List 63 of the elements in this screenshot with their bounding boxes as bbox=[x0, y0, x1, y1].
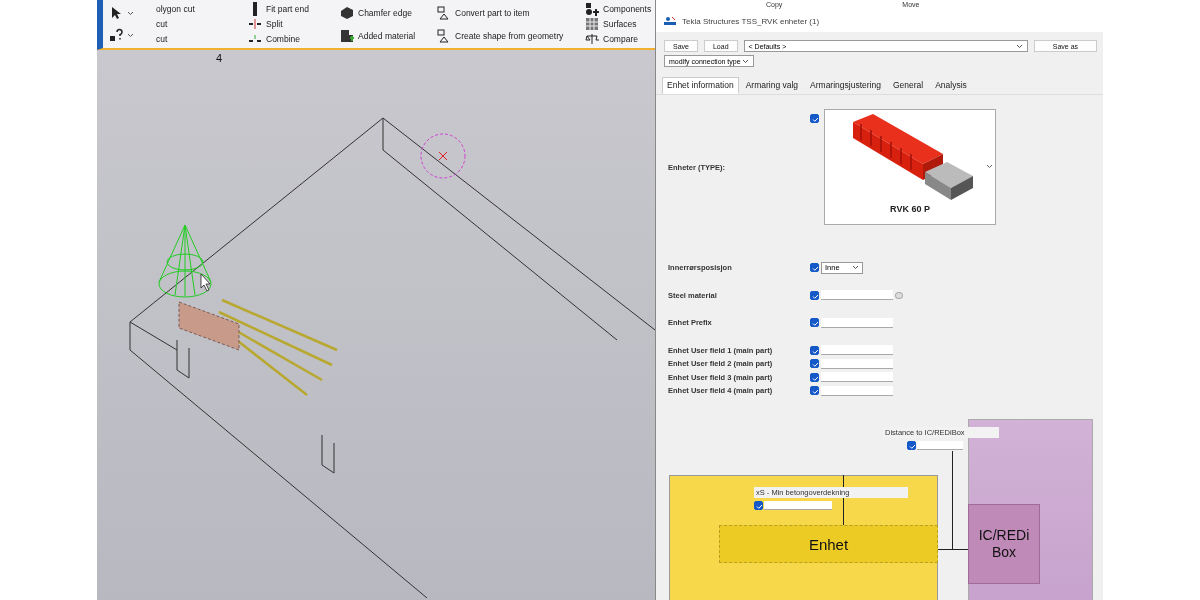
caret-icon bbox=[127, 32, 134, 38]
add-material-icon bbox=[340, 28, 354, 43]
tab[interactable]: General bbox=[887, 77, 929, 94]
input-field[interactable] bbox=[821, 372, 893, 383]
ribbon-command[interactable]: Components bbox=[585, 1, 655, 16]
type-selector[interactable]: RVK 60 P bbox=[824, 109, 996, 225]
target-circle-icon bbox=[420, 133, 466, 179]
tab[interactable]: Armaringsjustering bbox=[805, 77, 886, 94]
ribbon-command[interactable]: cut bbox=[156, 34, 226, 45]
model-viewport[interactable]: 4 bbox=[97, 50, 655, 600]
caret-icon bbox=[1015, 43, 1023, 49]
ribbon-command[interactable]: Combine bbox=[248, 32, 318, 47]
ribbon-command[interactable]: Compare bbox=[585, 32, 655, 47]
input-field[interactable] bbox=[821, 358, 893, 369]
input-field[interactable] bbox=[917, 441, 963, 450]
caret-icon bbox=[742, 58, 749, 64]
input-field[interactable] bbox=[764, 501, 832, 510]
ribbon-command[interactable]: Split bbox=[248, 17, 318, 31]
caret-icon bbox=[127, 10, 134, 16]
input-field[interactable] bbox=[821, 345, 893, 356]
ribbon-command[interactable]: Surfaces bbox=[585, 17, 655, 31]
ribbon-command[interactable]: Create shape from geometry bbox=[437, 28, 563, 43]
split-icon bbox=[248, 17, 262, 31]
checkbox[interactable] bbox=[810, 372, 819, 382]
chamfer-block-icon bbox=[340, 5, 354, 20]
ribbon-command[interactable]: Convert part to item bbox=[437, 5, 563, 20]
unit-bar: Enhet bbox=[719, 525, 938, 563]
tab[interactable]: Armaring valg bbox=[740, 77, 804, 94]
grid-icon bbox=[585, 17, 599, 31]
tab[interactable]: Enhet information bbox=[662, 77, 739, 94]
caret-icon bbox=[852, 265, 859, 271]
scale-icon bbox=[585, 32, 599, 47]
checkbox[interactable] bbox=[810, 263, 819, 273]
pointer-icon[interactable] bbox=[109, 6, 123, 20]
shapes-icon bbox=[585, 1, 599, 16]
checkbox[interactable] bbox=[810, 114, 819, 123]
checkbox[interactable] bbox=[810, 345, 819, 355]
ribbon-command[interactable]: cut bbox=[156, 19, 226, 29]
window-title: Tekla Structures TSS_RVK enheter (1) bbox=[682, 16, 820, 26]
checkbox[interactable] bbox=[810, 386, 819, 396]
input-field[interactable] bbox=[821, 385, 893, 396]
app-logo-icon bbox=[664, 16, 676, 26]
input-field[interactable] bbox=[821, 290, 893, 301]
ribbon-command[interactable]: olygon cut bbox=[156, 3, 226, 14]
box-block: IC/REDi Box bbox=[968, 504, 1040, 584]
view-number: 4 bbox=[216, 52, 223, 64]
cursor-icon bbox=[200, 273, 211, 292]
ribbon-command[interactable]: Fit part end bbox=[248, 1, 318, 16]
type-caption: RVK 60 P bbox=[890, 204, 930, 214]
tab[interactable]: Analysis bbox=[930, 77, 972, 94]
create-shape-icon bbox=[437, 28, 452, 43]
checkbox[interactable] bbox=[907, 441, 916, 450]
checkbox[interactable] bbox=[754, 501, 763, 510]
input-field[interactable] bbox=[821, 317, 893, 328]
ribbon-command[interactable]: Added material bbox=[340, 28, 416, 43]
convert-shape-icon bbox=[437, 5, 452, 20]
embedded-unit-drawing bbox=[178, 301, 240, 351]
chevron-down-icon[interactable] bbox=[986, 164, 993, 169]
checkbox[interactable] bbox=[810, 359, 819, 369]
help-icon[interactable] bbox=[109, 28, 123, 42]
ribbon-command[interactable]: Chamfer edge bbox=[340, 5, 416, 20]
checkbox[interactable] bbox=[810, 318, 819, 328]
checkbox[interactable] bbox=[810, 290, 819, 300]
